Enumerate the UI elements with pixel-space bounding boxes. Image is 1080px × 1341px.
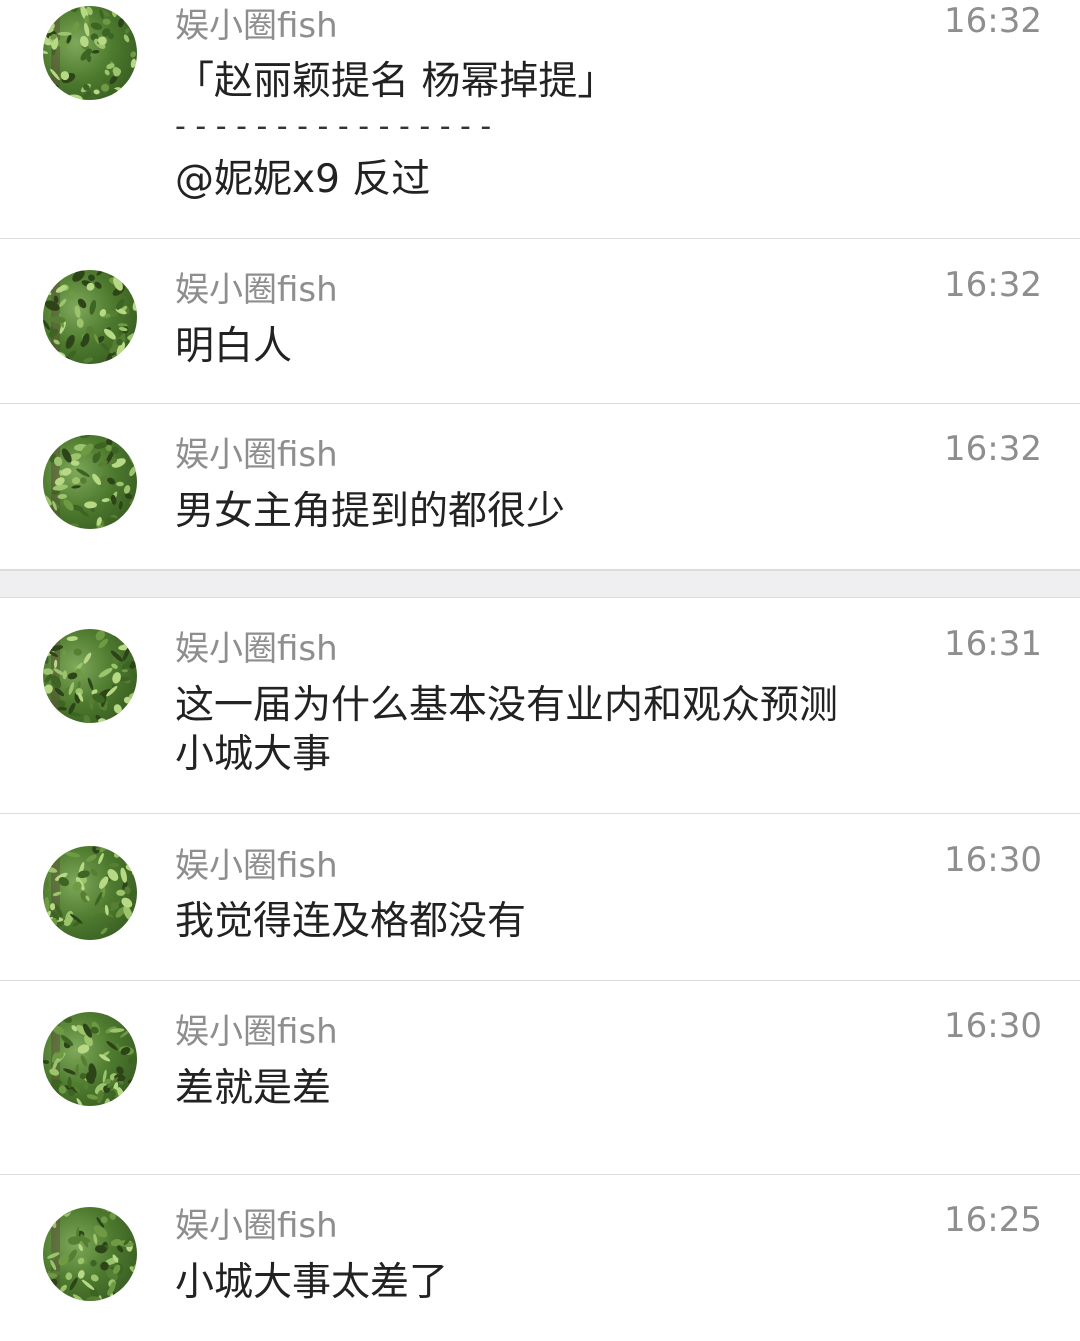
- user-avatar-icon[interactable]: [43, 846, 137, 940]
- user-avatar-icon[interactable]: [43, 1207, 137, 1301]
- message-item[interactable]: 娱小圈fish 16:30 差就是差: [0, 981, 1080, 1175]
- user-avatar-icon[interactable]: [43, 1012, 137, 1106]
- message-text: - - - - - - - - - - - - - - - -: [175, 109, 492, 144]
- message-item[interactable]: 娱小圈fish 16:31 这一届为什么基本没有业内和观众预测 小城大事: [0, 598, 1080, 814]
- message-item[interactable]: 娱小圈fish 16:32 男女主角提到的都很少: [0, 404, 1080, 570]
- message-text: 「赵丽颖提名 杨幂掉提」: [175, 59, 617, 104]
- sender-name[interactable]: 娱小圈fish: [175, 438, 338, 472]
- message-time: 16:30: [944, 1006, 1042, 1046]
- message-text: 我觉得连及格都没有: [175, 899, 527, 944]
- message-time: 16:31: [944, 624, 1042, 664]
- message-text: 男女主角提到的都很少: [175, 489, 566, 534]
- message-text: 明白人: [175, 324, 293, 369]
- sender-name[interactable]: 娱小圈fish: [175, 632, 338, 666]
- message-text: 小城大事: [175, 732, 332, 777]
- user-avatar-icon[interactable]: [43, 6, 137, 100]
- message-item[interactable]: 娱小圈fish 16:32 明白人: [0, 239, 1080, 404]
- message-item[interactable]: 娱小圈fish 16:32 「赵丽颖提名 杨幂掉提」 - - - - - - -…: [0, 0, 1080, 239]
- sender-name[interactable]: 娱小圈fish: [175, 273, 338, 307]
- user-avatar-icon[interactable]: [43, 629, 137, 723]
- message-time: 16:32: [944, 1, 1042, 41]
- message-time: 16:30: [944, 840, 1042, 880]
- section-separator: [0, 570, 1080, 598]
- sender-name[interactable]: 娱小圈fish: [175, 849, 338, 883]
- message-text: 小城大事太差了: [175, 1260, 449, 1305]
- sender-name[interactable]: 娱小圈fish: [175, 1209, 338, 1243]
- message-item[interactable]: 娱小圈fish 16:25 小城大事太差了: [0, 1175, 1080, 1341]
- user-avatar-icon[interactable]: [43, 270, 137, 364]
- sender-name[interactable]: 娱小圈fish: [175, 9, 338, 43]
- message-time: 16:32: [944, 429, 1042, 469]
- user-avatar-icon[interactable]: [43, 435, 137, 529]
- message-text: 这一届为什么基本没有业内和观众预测: [175, 683, 839, 728]
- message-item[interactable]: 娱小圈fish 16:30 我觉得连及格都没有: [0, 814, 1080, 981]
- message-text: @妮妮x9 反过: [175, 157, 431, 202]
- message-time: 16:25: [944, 1200, 1042, 1240]
- sender-name[interactable]: 娱小圈fish: [175, 1015, 338, 1049]
- message-text: 差就是差: [175, 1066, 332, 1111]
- message-time: 16:32: [944, 265, 1042, 305]
